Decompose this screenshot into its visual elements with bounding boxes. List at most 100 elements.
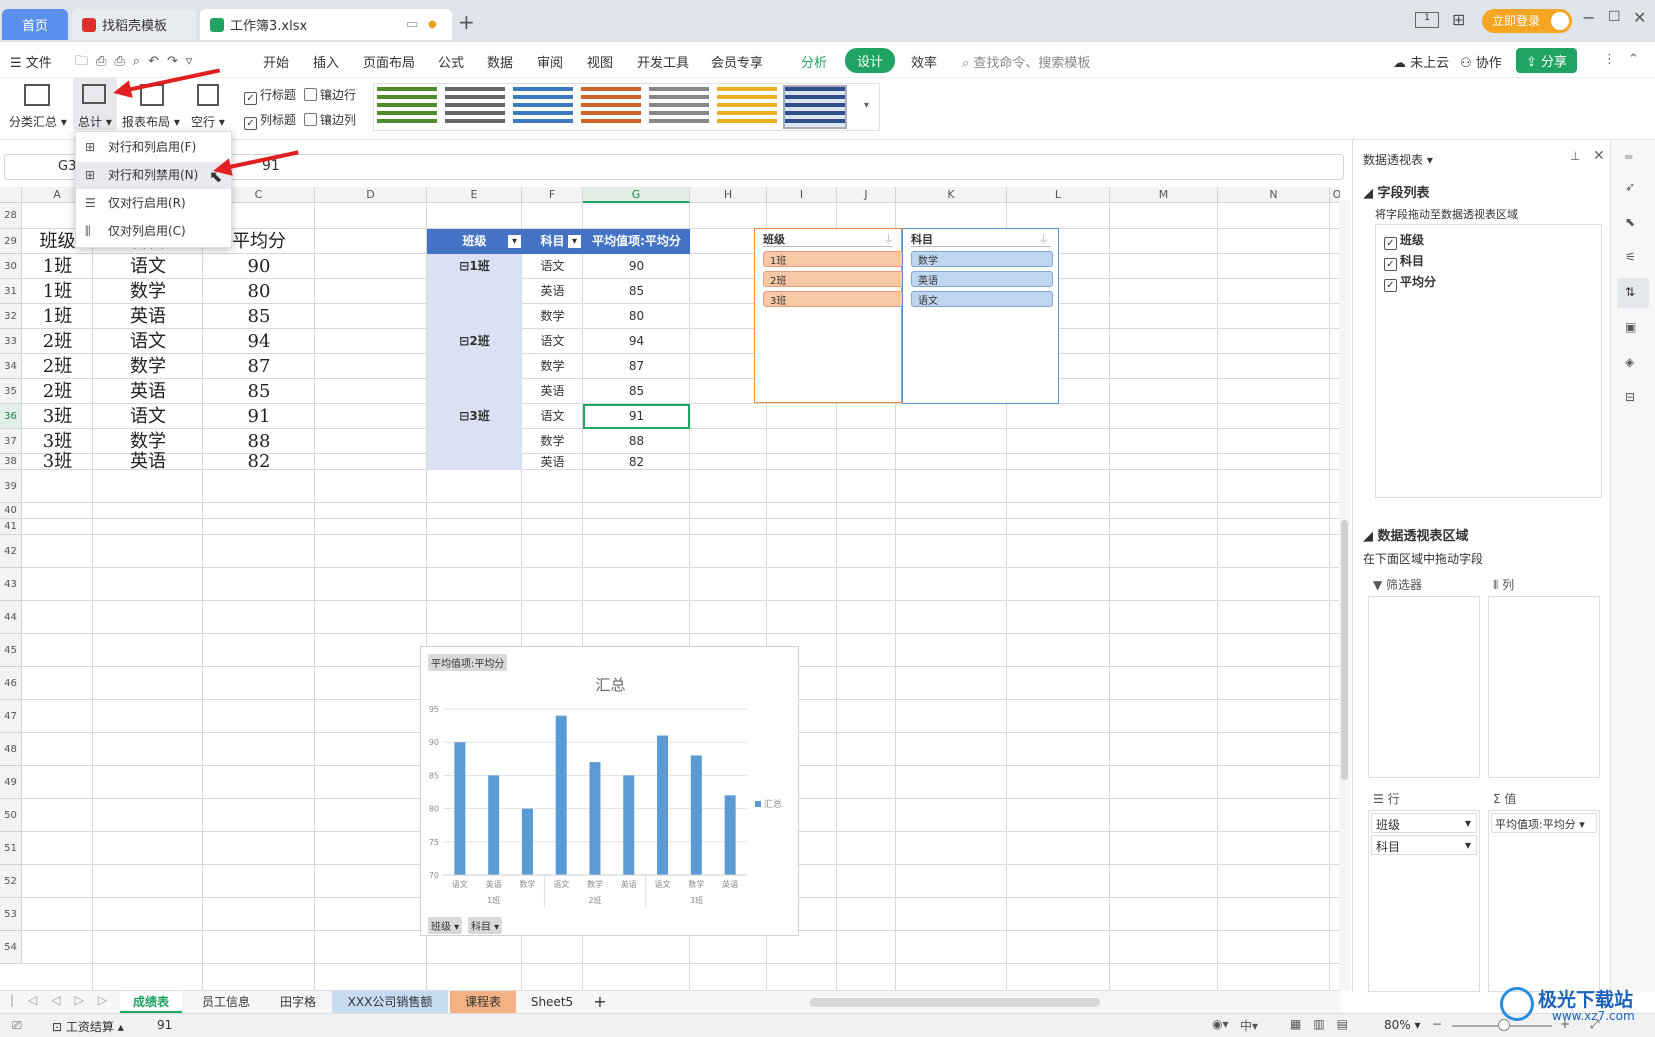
pivot-chart[interactable]: 平均值项:平均分 汇总 95 90 85 80 75 70 语文 英语 数学 语文 数学 英语 语文 数学… [420, 646, 799, 936]
sheet-tab[interactable]: 田字格 [270, 991, 326, 1013]
row-header[interactable]: 38 [0, 454, 22, 470]
pivot-subject-cell[interactable]: 数学 [522, 429, 583, 454]
pivot-subject-cell[interactable]: 语文 [522, 329, 583, 354]
row-header[interactable]: 53 [0, 898, 22, 931]
workbook-indicator[interactable]: ⊡ 工资结算 ▴ [52, 1018, 124, 1035]
field-checkbox-subject[interactable]: ✓ 科目 [1384, 252, 1424, 271]
value-field-avg[interactable]: 平均值项:平均分 ▾ [1491, 813, 1597, 833]
menu-item-enable-rows-cols[interactable]: ⊞ 对行和列启用(F) [76, 134, 231, 161]
table-cell[interactable]: 85 [203, 304, 315, 329]
menu-item-enable-cols[interactable]: ⫼ 仅对列启用(C) [76, 218, 231, 245]
row-header[interactable]: 29 [0, 229, 22, 254]
total-button[interactable]: 总计 ▾ [73, 78, 117, 130]
column-header[interactable]: D [315, 187, 427, 203]
table-cell[interactable]: 2班 [22, 329, 93, 354]
table-cell[interactable]: 数学 [93, 279, 203, 304]
rocket-icon[interactable]: ➶ [1625, 180, 1635, 194]
column-header[interactable]: L [1007, 187, 1110, 203]
table-cell[interactable]: 语文 [93, 404, 203, 429]
column-drop-zone[interactable] [1488, 596, 1600, 778]
share-button[interactable]: ⇪ 分享 [1516, 48, 1578, 73]
table-cell[interactable]: 英语 [93, 453, 203, 471]
table-cell[interactable]: 85 [203, 379, 315, 404]
menu-analyze[interactable]: 分析 [801, 52, 827, 71]
chevron-down-icon[interactable]: ▾ [1465, 816, 1471, 830]
maximize-icon[interactable]: ☐ [1608, 9, 1621, 25]
pivot-value-cell[interactable]: 82 [583, 454, 690, 470]
table-cell[interactable]: 数学 [93, 354, 203, 379]
pivot-group-cell[interactable]: ⊟2班 [427, 329, 522, 354]
pivot-subject-cell[interactable]: 数学 [522, 354, 583, 379]
row-header[interactable]: 35 [0, 379, 22, 404]
column-header[interactable]: J [837, 187, 896, 203]
sheet-tab[interactable]: Sheet5 [520, 991, 584, 1013]
chart-bar[interactable] [488, 775, 500, 875]
row-header[interactable]: 31 [0, 279, 22, 304]
pivot-subject-cell[interactable]: 英语 [522, 454, 583, 470]
row-header[interactable]: 49 [0, 766, 22, 799]
row-header[interactable]: 34 [0, 354, 22, 379]
subject-slicer-item[interactable]: 英语 [911, 271, 1053, 287]
more-icon[interactable]: ⋮ [1603, 52, 1616, 67]
table-cell[interactable]: 英语 [93, 304, 203, 329]
pivot-value-cell[interactable]: 85 [583, 379, 690, 404]
table-cell[interactable]: 2班 [22, 354, 93, 379]
collapse-icon[interactable]: ═ [1625, 150, 1632, 164]
menu-item-disable-rows-cols[interactable]: ⊞ 对行和列禁用(N) [76, 162, 231, 189]
field-checkbox-class[interactable]: ✓ 班级 [1384, 231, 1424, 250]
value-drop-zone[interactable]: 平均值项:平均分 ▾ [1488, 810, 1600, 992]
class-slicer-item[interactable]: 2班 [763, 271, 908, 287]
clear-filter-icon[interactable]: ⏚ [883, 231, 894, 247]
pivot-subject-cell[interactable]: 语文 [522, 404, 583, 429]
chart-bar[interactable] [521, 808, 533, 875]
login-button[interactable]: 立即登录 [1482, 9, 1572, 33]
pivot-value-cell[interactable]: 80 [583, 304, 690, 329]
banded-rows-checkbox[interactable]: 镶边行 [304, 86, 356, 103]
screen-icon[interactable]: ⎚ [12, 1018, 22, 1033]
menu-data[interactable]: 数据 [487, 52, 513, 71]
gallery-more-icon[interactable]: ▾ [864, 100, 869, 111]
row-header[interactable]: 43 [0, 568, 22, 601]
close-panel-icon[interactable]: ✕ [1593, 148, 1605, 164]
style-swatch-selected[interactable] [783, 85, 847, 129]
table-cell[interactable]: 英语 [93, 379, 203, 404]
quick-access-icons[interactable]: 🗀⎙⎙⌕↶↷▿ [75, 52, 200, 74]
row-header[interactable]: 54 [0, 931, 22, 964]
row-header-checkbox[interactable]: ✓ 行标题 [244, 86, 296, 105]
chart-class-button[interactable]: 班级 ▾ [428, 917, 463, 934]
table-cell[interactable]: 1班 [22, 254, 93, 279]
table-cell[interactable]: 语文 [93, 254, 203, 279]
layout-icon[interactable]: 1 [1415, 12, 1439, 28]
vertical-scrollbar-thumb[interactable] [1341, 520, 1348, 780]
chart-bar[interactable] [724, 795, 736, 875]
subtotal-button[interactable]: 分类汇总 ▾ [9, 113, 67, 130]
column-header[interactable]: K [896, 187, 1007, 203]
column-header[interactable]: G [583, 187, 690, 203]
pivot-area-header[interactable]: ◢ 数据透视表区域 [1363, 525, 1469, 544]
row-field-class[interactable]: 班级 ▾ [1371, 813, 1477, 833]
table-cell[interactable]: 87 [203, 354, 315, 379]
pivot-value-cell[interactable]: 85 [583, 279, 690, 304]
row-header[interactable]: 52 [0, 865, 22, 898]
row-header[interactable]: 51 [0, 832, 22, 865]
view-mode-icons[interactable]: ▦▥▤ [1290, 1017, 1360, 1031]
table-cell[interactable]: 3班 [22, 453, 93, 471]
tab-template[interactable]: 找稻壳模板 [72, 9, 196, 40]
tab-home[interactable]: 首页 [2, 9, 68, 40]
subject-slicer-item[interactable]: 语文 [911, 291, 1053, 307]
menu-view[interactable]: 视图 [587, 52, 613, 71]
row-header[interactable]: 45 [0, 634, 22, 667]
report-layout-button[interactable]: 报表布局 ▾ [122, 113, 180, 130]
subject-slicer-item[interactable]: 数学 [911, 251, 1053, 267]
pivot-value-cell[interactable]: 88 [583, 429, 690, 454]
file-menu[interactable]: ☰ 文件 [10, 52, 52, 71]
pivot-subject-cell[interactable]: 语文 [522, 254, 583, 279]
column-header[interactable]: M [1110, 187, 1218, 203]
row-header[interactable]: 41 [0, 519, 22, 535]
field-checkbox-score[interactable]: ✓ 平均分 [1384, 273, 1436, 292]
pivot-group-cell[interactable]: ⊟3班 [427, 404, 522, 429]
table-cell[interactable]: 94 [203, 329, 315, 354]
collapse-ribbon-icon[interactable]: ⌃ [1628, 52, 1639, 67]
filter-drop-zone[interactable] [1368, 596, 1480, 778]
pivot-subject-cell[interactable]: 英语 [522, 279, 583, 304]
